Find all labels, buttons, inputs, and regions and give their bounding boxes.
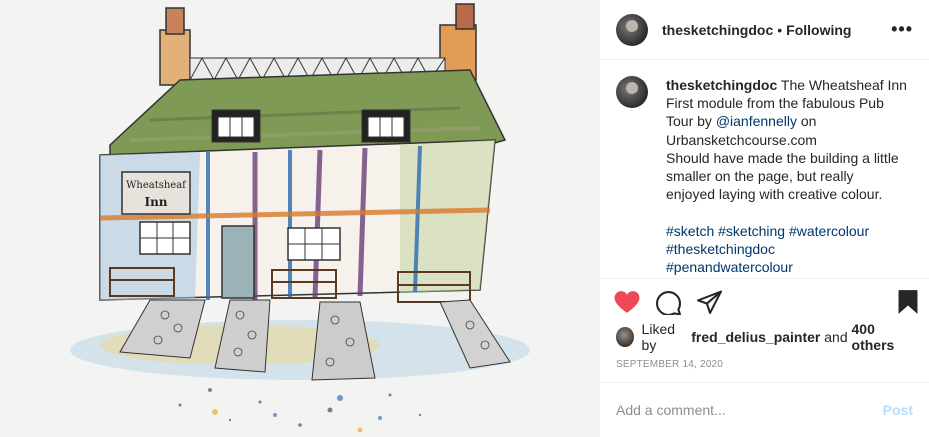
header-separator: •	[777, 21, 783, 38]
action-bar	[600, 279, 929, 325]
caption-text: thesketchingdoc The Wheatsheaf Inn First…	[666, 76, 907, 278]
caption-username[interactable]: thesketchingdoc	[666, 77, 777, 93]
post-dialog: Wheatsheaf Inn thesketchingdoc • Followi…	[0, 0, 929, 437]
more-options-icon[interactable]: •••	[891, 19, 913, 40]
caption-line-1: First module from the fabulous Pub	[666, 95, 884, 112]
sign-line1: Wheatsheaf	[126, 180, 187, 191]
caption-line-5: Urbansketchcourse.com	[666, 131, 817, 148]
caption-mention[interactable]: @ianfennelly	[716, 113, 797, 129]
liker-avatar[interactable]	[616, 327, 634, 347]
post-side-panel: thesketchingdoc • Following ••• thesketc…	[600, 0, 929, 437]
caption-avatar[interactable]	[616, 76, 648, 108]
post-header: thesketchingdoc • Following •••	[600, 0, 929, 60]
comment-icon[interactable]	[656, 290, 681, 315]
caption-line-7: smaller on the page, but really	[666, 168, 854, 185]
caption-line-8: enjoyed laying with creative colour.	[666, 186, 883, 203]
hashtags-line-2[interactable]: #thesketchingdoc	[666, 241, 775, 257]
caption-line-6: Should have made the building a little	[666, 149, 899, 166]
caption-line-2: Tour by	[666, 113, 712, 130]
comment-input[interactable]	[616, 402, 883, 418]
sketch-artwork: Wheatsheaf Inn	[70, 3, 530, 433]
author-username[interactable]: thesketchingdoc	[662, 22, 773, 38]
caption-area: thesketchingdoc The Wheatsheaf Inn First…	[600, 60, 929, 279]
comment-bar: Post	[600, 383, 929, 437]
caption-line-0: The Wheatsheaf Inn	[780, 77, 907, 93]
heart-filled-icon[interactable]	[614, 290, 640, 314]
post-comment-button[interactable]: Post	[883, 402, 913, 418]
post-date[interactable]: September 14, 2020	[600, 349, 929, 383]
liker-username[interactable]: fred_delius_painter	[691, 329, 820, 345]
send-icon[interactable]	[697, 290, 722, 315]
bookmark-filled-icon[interactable]	[897, 289, 919, 315]
hashtags-line-3[interactable]: #penandwatercolour	[666, 259, 793, 275]
following-button[interactable]: Following	[786, 22, 851, 38]
author-avatar[interactable]	[616, 13, 648, 46]
likes-connector: and	[824, 329, 848, 345]
likes-summary: Liked by fred_delius_painter and 400 oth…	[600, 321, 929, 353]
hashtags-line-1[interactable]: #sketch #sketching #watercolour	[666, 223, 869, 239]
sign-line2: Inn	[144, 195, 167, 209]
caption-line-4: on	[800, 113, 817, 130]
post-image[interactable]: Wheatsheaf Inn	[0, 0, 600, 437]
